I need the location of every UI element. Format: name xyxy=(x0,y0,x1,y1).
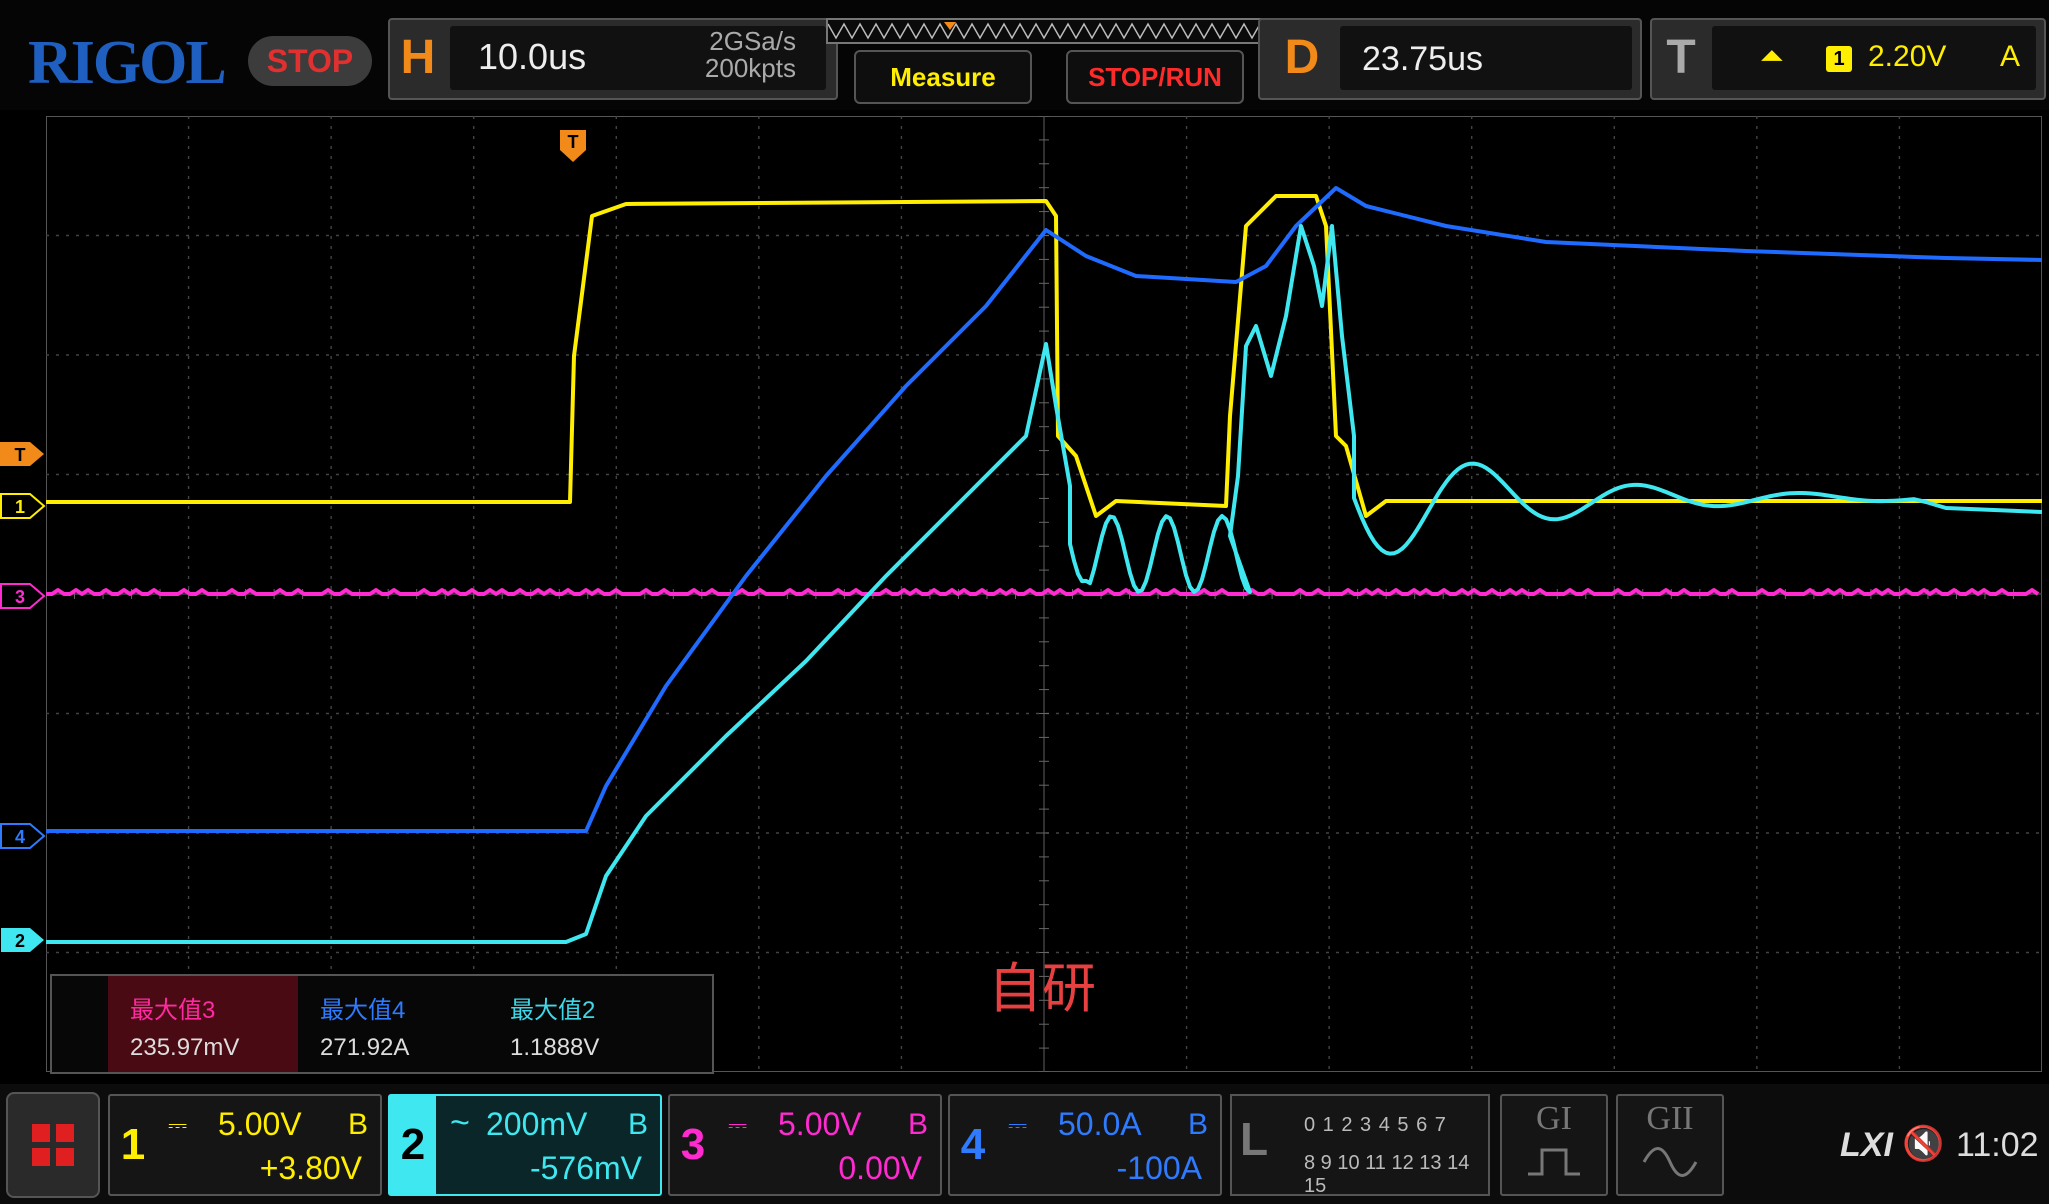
measurement-label: 最大值2 xyxy=(510,997,596,1024)
measurement-label: 最大值3 xyxy=(130,997,216,1024)
trigger-position-label: T xyxy=(568,132,579,152)
ch2-offset-marker[interactable]: 2 xyxy=(0,926,46,954)
channel-number: 3 xyxy=(680,1120,706,1169)
trigger-position-marker[interactable]: T xyxy=(558,128,588,164)
channel-number: 2 xyxy=(390,1096,436,1194)
ch2-marker-label: 2 xyxy=(15,931,25,951)
run-state-badge[interactable]: STOP xyxy=(248,36,372,86)
waveform-display[interactable] xyxy=(46,116,2042,1072)
channel-offset: 0.00V xyxy=(838,1150,922,1186)
ch3-offset-marker[interactable]: 3 xyxy=(0,582,46,610)
channel-2-panel[interactable]: 2 ~ 200mV B -576mV xyxy=(388,1094,662,1196)
rising-edge-icon: ⏶ xyxy=(1760,40,1784,73)
channel-number: 1 xyxy=(120,1120,146,1169)
trigger-label: T xyxy=(1666,31,1696,84)
ch4-offset-marker[interactable]: 4 xyxy=(0,822,46,850)
measurement-panel[interactable]: 最大值3 235.97mV 最大值4 271.92A 最大值2 1.1888V xyxy=(50,974,714,1074)
ruler-zigzag xyxy=(828,22,1269,40)
dc-coupling-icon: ⎓ xyxy=(728,1112,748,1139)
dc-coupling-icon: ⎓ xyxy=(168,1112,188,1139)
channel-offset: -100A xyxy=(1116,1150,1202,1186)
memory-depth: 200kpts xyxy=(704,53,796,83)
ch3-marker-label: 3 xyxy=(15,587,25,607)
logic-channels-row2: 8 9 10 11 12 13 14 15 xyxy=(1304,1152,1470,1197)
bandwidth-limit: B xyxy=(907,1108,928,1141)
measurement-item[interactable]: 最大值4 271.92A xyxy=(298,976,488,1072)
delay-label: D xyxy=(1284,31,1320,84)
ch1-offset-marker[interactable]: 1 xyxy=(0,492,46,520)
measurement-value: 235.97mV xyxy=(130,1034,240,1061)
dc-coupling-icon: ⎓ xyxy=(1008,1112,1028,1139)
channel-scale: 5.00V xyxy=(218,1106,302,1142)
brand-logo: RIGOL xyxy=(28,29,227,97)
watermark-text: 自研 xyxy=(988,959,1096,1019)
generator-2-button[interactable]: GII xyxy=(1616,1094,1724,1196)
grid-menu-icon xyxy=(32,1124,74,1166)
measurement-label: 最大值4 xyxy=(320,997,406,1024)
measurement-item[interactable]: 最大值3 235.97mV xyxy=(108,976,298,1072)
logic-channels-row1: 0 1 2 3 4 5 6 7 xyxy=(1304,1114,1447,1136)
ac-coupling-icon: ~ xyxy=(450,1104,470,1142)
channel-offset: +3.80V xyxy=(259,1150,362,1186)
generator-2-label: GII xyxy=(1646,1100,1694,1137)
timebase-value: 10.0us xyxy=(478,36,587,77)
logic-label: L xyxy=(1240,1113,1269,1165)
channel-scale: 5.00V xyxy=(778,1106,862,1142)
measurement-item[interactable]: 最大值2 1.1888V xyxy=(488,976,678,1072)
bandwidth-limit: B xyxy=(627,1108,648,1141)
trigger-level-marker-label: T xyxy=(15,445,26,465)
channel-offset: -576mV xyxy=(529,1150,642,1186)
channel-scale: 50.0A xyxy=(1058,1106,1142,1142)
horizontal-label: H xyxy=(400,31,436,84)
channel-number: 4 xyxy=(960,1120,986,1169)
trigger-mode: A xyxy=(2000,40,2021,73)
generator-1-label: GI xyxy=(1536,1100,1572,1137)
channel-scale: 200mV xyxy=(486,1106,588,1142)
clock: 11:02 xyxy=(1956,1126,2039,1164)
bandwidth-limit: B xyxy=(1187,1108,1208,1141)
measurement-value: 1.1888V xyxy=(510,1034,600,1061)
delay-value: 23.75us xyxy=(1362,40,1483,78)
channel-1-panel[interactable]: 1 ⎓ 5.00V B +3.80V xyxy=(108,1094,382,1196)
sample-rate: 2GSa/s xyxy=(709,26,796,56)
trigger-level-marker[interactable]: T xyxy=(0,440,46,468)
logic-analyzer-panel[interactable]: L 0 1 2 3 4 5 6 7 8 9 10 11 12 13 14 15 xyxy=(1230,1094,1490,1197)
stop-run-button[interactable]: STOP/RUN xyxy=(1066,50,1244,104)
waveform-position-ruler[interactable] xyxy=(826,18,1274,44)
speaker-muted-icon[interactable]: 🔇 xyxy=(1902,1124,1944,1164)
sample-info: 2GSa/s 200kpts xyxy=(650,28,796,82)
bandwidth-limit: B xyxy=(347,1108,368,1141)
square-wave-icon xyxy=(1528,1148,1580,1176)
sine-wave-icon xyxy=(1642,1147,1698,1177)
ch4-marker-label: 4 xyxy=(15,827,25,847)
trigger-source-badge: 1 xyxy=(1826,46,1852,72)
generator-1-button[interactable]: GI xyxy=(1500,1094,1608,1196)
ch1-marker-label: 1 xyxy=(15,497,25,517)
channel-4-panel[interactable]: 4 ⎓ 50.0A B -100A xyxy=(948,1094,1222,1196)
trigger-level: 2.20V xyxy=(1868,40,1947,73)
measure-button[interactable]: Measure xyxy=(854,50,1032,104)
channel-3-panel[interactable]: 3 ⎓ 5.00V B 0.00V xyxy=(668,1094,942,1196)
lxi-icon[interactable]: LXI xyxy=(1840,1126,1893,1165)
measurement-value: 271.92A xyxy=(320,1034,410,1061)
main-menu-button[interactable] xyxy=(6,1092,100,1198)
